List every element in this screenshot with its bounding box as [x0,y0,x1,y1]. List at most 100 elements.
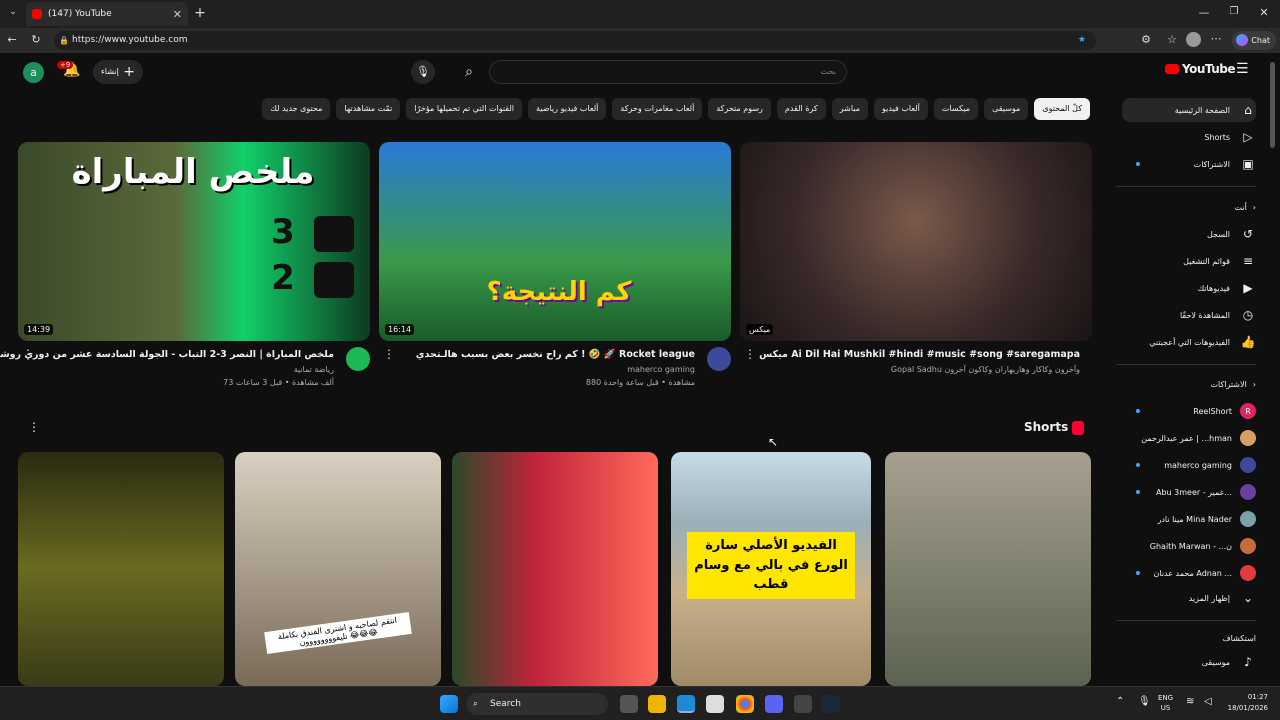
youtube-logo-icon[interactable] [1165,64,1179,74]
sidebar-item-liked-videos[interactable]: 👍 الفيديوهات التي أعجبتني [1122,330,1256,354]
profile-avatar[interactable] [1186,32,1201,47]
chip-new-to-you[interactable]: محتوى جديد لك [262,98,331,120]
more-options-icon[interactable]: ⋮ [22,347,34,361]
search-icon: ⌕ [465,64,473,80]
browser-tab[interactable]: (147) YouTube ✕ [26,2,188,26]
favorites-icon[interactable]: ☆ [1164,33,1180,46]
sidebar-item-history[interactable]: ↺ السجل [1122,222,1256,246]
menu-hamburger-icon[interactable]: ☰ [1236,61,1249,77]
file-explorer-icon[interactable] [648,695,666,713]
channel-name[interactable]: maherco gaming [627,365,695,374]
microphone-icon[interactable]: 🎙 [1138,696,1151,707]
channel-name[interactable]: Gopal Sadhu وآخرون وكاكار وهاريهاران وكا… [891,365,1080,374]
video-title[interactable]: ملخص المباراة | النصر 3-2 التباب - الجول… [0,349,334,360]
more-options-icon[interactable]: ⋮ [383,347,395,361]
sidebar-sub-reelshort[interactable]: R ReelShort [1122,399,1256,423]
video-card[interactable]: كم النتيجة؟ 16:14 كم راح نخسر بعض بسبب ه… [379,142,731,391]
show-more-button[interactable]: ⌄ إظهار المزيد [1122,586,1256,610]
tab-close-icon[interactable]: ✕ [173,8,182,21]
volume-icon[interactable]: ◁ [1204,696,1212,707]
short-card[interactable]: انتقم لصاحبه و اشترى الفندق بكاملة تليفو… [235,452,441,686]
back-arrow-icon[interactable]: ← [4,33,20,46]
more-options-icon[interactable]: ⋮ [744,347,756,361]
chip-video-games[interactable]: ألعاب فيديو [874,98,928,120]
sidebar-item-your-videos[interactable]: ▶ فيديوهاتك [1122,276,1256,300]
reload-icon[interactable]: ↻ [28,33,44,46]
chip-music[interactable]: موسيقى [984,98,1029,120]
chrome-icon[interactable] [736,695,754,713]
chip-action-adventure[interactable]: ألعاب مغامرات وحركة [612,98,703,120]
chip-watched[interactable]: تمّت مشاهدتها [336,98,401,120]
chip-live[interactable]: مباشر [831,98,869,120]
account-avatar[interactable]: a [23,62,44,83]
video-title[interactable]: كم راح نخسر بعض بسبب هالـتحدي ! 🤣 🚀 Rock… [416,349,695,360]
chip-animation[interactable]: رسوم متحركة [708,98,771,120]
short-card[interactable] [18,452,224,686]
sidebar-sub-mina-nader[interactable]: مينا نادر Mina Nader [1122,507,1256,531]
task-view-icon[interactable] [620,695,638,713]
store-icon[interactable] [706,695,724,713]
start-icon[interactable] [440,695,458,713]
video-title[interactable]: ميكس Ai Dil Hai Mushkil #hindi #music #s… [759,349,1080,360]
wifi-icon[interactable]: ≋ [1186,696,1194,707]
lang-code: ENG [1158,694,1174,702]
chip-recently-uploaded[interactable]: القنوات التي تم تحميلها مؤخرًا [406,98,522,120]
sidebar-sub-adnan[interactable]: محمد عدنان Adnan ... [1122,561,1256,585]
sidebar-sub-maherco[interactable]: maherco gaming [1122,453,1256,477]
shorts-more-options-icon[interactable]: ⋮ [28,420,40,434]
chip-mixes[interactable]: ميكسات [933,98,979,120]
sidebar-item-subscriptions[interactable]: ▣ الاشتراكات [1122,152,1256,176]
sidebar-item-watch-later[interactable]: ◷ المشاهدة لاحقًا [1122,303,1256,327]
sidebar-subscriptions-header[interactable]: › الاشتراكات [1122,372,1256,396]
sidebar-item-home[interactable]: ⌂ الصفحة الرئيسية [1122,98,1256,122]
sidebar-item-music[interactable]: ♪ موسيقى [1122,650,1256,674]
favorite-star-icon[interactable]: ★ [1078,31,1086,50]
sidebar-sub-omar[interactable]: عمر عبدالرحمن | ...hman [1122,426,1256,450]
sidebar-item-shorts[interactable]: ▷ Shorts [1122,125,1256,149]
chip-all[interactable]: كلّ المحتوى [1034,98,1090,120]
url-field[interactable]: 🔒 https://www.youtube.com ★ [54,31,1096,50]
short-card[interactable] [885,452,1091,686]
video-thumbnail[interactable]: كم النتيجة؟ 16:14 [379,142,731,341]
channel-avatar[interactable] [707,347,731,371]
extensions-icon[interactable]: ⚙ [1138,33,1154,46]
video-thumbnail[interactable]: ملخص المباراة 3 2 14:39 [18,142,370,341]
search-input[interactable]: بحث [489,60,847,84]
video-card[interactable]: ملخص المباراة 3 2 14:39 ملخص المباراة | … [0,142,370,391]
discord-icon[interactable] [765,695,783,713]
sidebar-scrollbar[interactable] [1270,62,1275,148]
minimize-button[interactable]: — [1196,6,1212,19]
voice-search-button[interactable]: 🎙 [411,60,435,84]
sidebar-sub-abu3meer[interactable]: Abu 3meer - عمير... [1122,480,1256,504]
system-tray-chevron-icon[interactable]: ⌃ [1116,696,1124,707]
divider [1116,620,1256,621]
clock[interactable]: 01:27 18/01/2026 [1226,692,1268,714]
sidebar-item-playlists[interactable]: ≡ قوائم التشغيل [1122,249,1256,273]
short-card[interactable]: الفيديو الأصلي سارة الورع في بالي مع وسا… [671,452,871,686]
edge-browser-icon[interactable] [677,695,695,713]
channel-avatar[interactable] [346,347,370,371]
channel-name[interactable]: رياضة تمانية [294,365,334,374]
close-window-button[interactable]: ✕ [1256,6,1272,19]
language-indicator[interactable]: ENG US [1158,693,1173,713]
taskbar-search[interactable]: ⌕ Search [466,693,608,715]
sidebar-sub-ghaith[interactable]: Ghaith Marwan - ...ن [1122,534,1256,558]
short-card[interactable] [452,452,658,686]
app-icon[interactable] [794,695,812,713]
steam-icon[interactable] [822,695,840,713]
chip-sports-games[interactable]: ألعاب فيديو رياضية [528,98,607,120]
more-menu-icon[interactable]: ⋯ [1208,32,1224,45]
video-card[interactable]: ميكس ميكس Ai Dil Hai Mushkil #hindi #mus… [740,142,1092,391]
copilot-chat-button[interactable]: Chat [1232,31,1276,50]
tab-list-icon[interactable]: ⌄ [5,7,21,17]
youtube-logo-text[interactable]: YouTube [1182,62,1236,76]
sidebar-item-label: محمد عدنان Adnan ... [1153,568,1233,578]
sidebar-you-header[interactable]: › أنت [1122,195,1256,219]
restore-button[interactable]: ❐ [1226,6,1242,17]
chevron-right-icon: › [1252,202,1256,212]
chip-football[interactable]: كرة القدم [776,98,826,120]
search-button[interactable]: ⌕ [456,60,482,84]
create-button[interactable]: إنشاء + [93,60,143,84]
new-tab-button[interactable]: + [192,5,208,21]
video-thumbnail[interactable]: ميكس [740,142,1092,341]
